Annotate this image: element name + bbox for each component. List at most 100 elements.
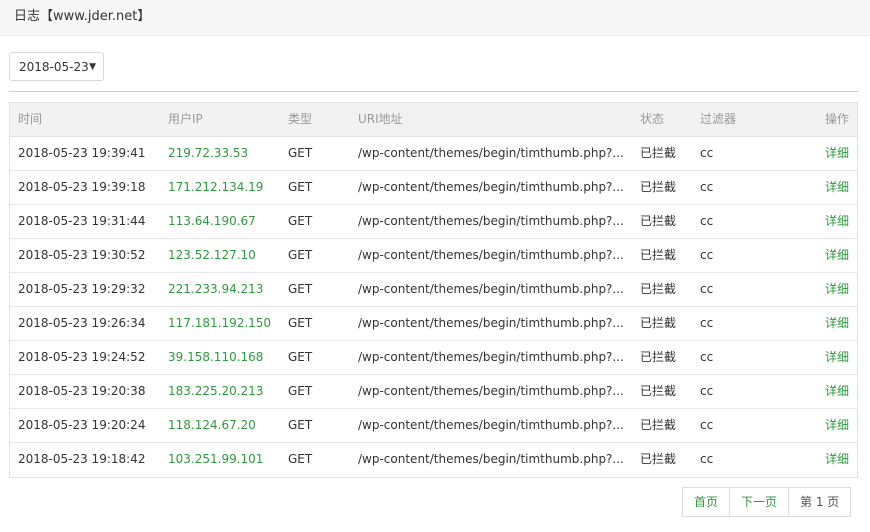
cell-type: GET <box>288 282 313 296</box>
detail-link[interactable]: 详细 <box>789 239 849 272</box>
table-row: 2018-05-23 19:30:52 123.52.127.10 GET/wp-c… <box>10 239 857 273</box>
first-page-button[interactable]: 首页 <box>683 488 731 516</box>
cell-status: 已拦截 <box>640 316 677 330</box>
cell-filter: cc <box>700 418 714 432</box>
next-page-button[interactable]: 下一页 <box>730 488 790 516</box>
cell-ip: 117.181.192.150 <box>168 316 272 330</box>
cell-uri: /wp-content/themes/begin/timthumb.php?..… <box>358 180 624 194</box>
cell-status: 已拦截 <box>640 248 677 262</box>
cell-uri: /wp-content/themes/begin/timthumb.php?..… <box>358 350 624 364</box>
cell-ip: 39.158.110.168 <box>168 350 264 364</box>
cell-ip: 221.233.94.213 <box>168 282 264 296</box>
cell-uri: /wp-content/themes/begin/timthumb.php?..… <box>358 248 624 262</box>
column-header-uri: URI地址 <box>358 112 403 126</box>
cell-time: 2018-05-23 19:26:34 <box>18 316 146 330</box>
table-row: 2018-05-23 19:31:44 113.64.190.67 GET/wp-c… <box>10 205 857 239</box>
cell-filter: cc <box>700 180 714 194</box>
table-row: 2018-05-23 19:24:52 39.158.110.168 GET/wp-… <box>10 341 857 375</box>
cell-type: GET <box>288 146 313 160</box>
detail-link[interactable]: 详细 <box>789 341 849 374</box>
cell-status: 已拦截 <box>640 180 677 194</box>
cell-status: 已拦截 <box>640 350 677 364</box>
cell-time: 2018-05-23 19:24:52 <box>18 350 146 364</box>
cell-ip: 123.52.127.10 <box>168 248 256 262</box>
cell-time: 2018-05-23 19:39:18 <box>18 180 146 194</box>
table-row: 2018-05-23 19:20:24 118.124.67.20 GET/wp-c… <box>10 409 857 443</box>
cell-filter: cc <box>700 316 714 330</box>
column-header-status: 状态 <box>640 112 665 126</box>
top-bar: 日志【www.jder.net】 <box>0 0 870 36</box>
cell-time: 2018-05-23 19:39:41 <box>18 146 146 160</box>
cell-filter: cc <box>700 146 714 160</box>
column-header-ip: 用户IP <box>168 112 203 126</box>
cell-filter: cc <box>700 282 714 296</box>
cell-type: GET <box>288 180 313 194</box>
cell-ip: 113.64.190.67 <box>168 214 256 228</box>
cell-time: 2018-05-23 19:30:52 <box>18 248 146 262</box>
date-select[interactable]: 2018-05-23 ▼ <box>9 52 104 81</box>
column-header-op: 操作 <box>824 112 849 126</box>
cell-status: 已拦截 <box>640 282 677 296</box>
detail-link[interactable]: 详细 <box>789 273 849 306</box>
cell-time: 2018-05-23 19:20:24 <box>18 418 146 432</box>
detail-link[interactable]: 详细 <box>789 205 849 238</box>
divider <box>9 91 858 92</box>
cell-filter: cc <box>700 452 714 466</box>
cell-type: GET <box>288 248 313 262</box>
cell-ip: 183.225.20.213 <box>168 384 264 398</box>
page-title: 日志【www.jder.net】 <box>14 9 151 24</box>
cell-time: 2018-05-23 19:20:38 <box>18 384 146 398</box>
chevron-down-icon: ▼ <box>89 62 96 72</box>
cell-filter: cc <box>700 384 714 398</box>
cell-type: GET <box>288 384 313 398</box>
cell-uri: /wp-content/themes/begin/timthumb.php?..… <box>358 452 624 466</box>
table-row: 2018-05-23 19:39:41 219.72.33.53 GET/wp-co… <box>10 137 857 171</box>
table-row: 2018-05-23 19:26:34 117.181.192.150 GET/wp… <box>10 307 857 341</box>
cell-status: 已拦截 <box>640 418 677 432</box>
log-table: 时间 用户IP 类型 URI地址 状态 过滤器 操作 2018-05-23 19… <box>9 102 858 478</box>
pagination: 首页 下一页 第 1 页 <box>682 487 852 517</box>
cell-filter: cc <box>700 248 714 262</box>
table-header: 时间 用户IP 类型 URI地址 状态 过滤器 操作 <box>10 103 857 137</box>
date-select-value: 2018-05-23 <box>19 60 89 74</box>
detail-link[interactable]: 详细 <box>789 171 849 204</box>
cell-status: 已拦截 <box>640 146 677 160</box>
cell-time: 2018-05-23 19:18:42 <box>18 452 146 466</box>
cell-uri: /wp-content/themes/begin/timthumb.php?..… <box>358 418 624 432</box>
detail-link[interactable]: 详细 <box>789 307 849 340</box>
cell-time: 2018-05-23 19:29:32 <box>18 282 146 296</box>
cell-status: 已拦截 <box>640 384 677 398</box>
table-row: 2018-05-23 19:29:32 221.233.94.213 GET/wp-… <box>10 273 857 307</box>
cell-ip: 219.72.33.53 <box>168 146 249 160</box>
column-header-type: 类型 <box>288 112 313 126</box>
cell-type: GET <box>288 316 313 330</box>
detail-link[interactable]: 详细 <box>789 409 849 442</box>
table-row: 2018-05-23 19:39:18 171.212.134.19 GET/wp-… <box>10 171 857 205</box>
page-info: 第 1 页 <box>800 495 840 509</box>
column-header-filter: 过滤器 <box>700 112 737 126</box>
cell-type: GET <box>288 214 313 228</box>
cell-status: 已拦截 <box>640 452 677 466</box>
detail-link[interactable]: 详细 <box>789 443 849 476</box>
cell-ip: 118.124.67.20 <box>168 418 256 432</box>
column-header-time: 时间 <box>18 112 43 126</box>
cell-uri: /wp-content/themes/begin/timthumb.php?..… <box>358 214 624 228</box>
table-body: 2018-05-23 19:39:41 219.72.33.53 GET/wp-co… <box>10 137 857 477</box>
detail-link[interactable]: 详细 <box>789 137 849 170</box>
cell-type: GET <box>288 452 313 466</box>
cell-status: 已拦截 <box>640 214 677 228</box>
cell-time: 2018-05-23 19:31:44 <box>18 214 146 228</box>
cell-uri: /wp-content/themes/begin/timthumb.php?..… <box>358 146 624 160</box>
cell-filter: cc <box>700 350 714 364</box>
cell-uri: /wp-content/themes/begin/timthumb.php?..… <box>358 316 624 330</box>
table-row: 2018-05-23 19:18:42 103.251.99.101 GET/wp-… <box>10 443 857 477</box>
cell-type: GET <box>288 418 313 432</box>
cell-type: GET <box>288 350 313 364</box>
table-row: 2018-05-23 19:20:38 183.225.20.213 GET/wp-… <box>10 375 857 409</box>
cell-uri: /wp-content/themes/begin/timthumb.php?..… <box>358 282 624 296</box>
cell-filter: cc <box>700 214 714 228</box>
cell-uri: /wp-content/themes/begin/timthumb.php?..… <box>358 384 624 398</box>
cell-ip: 171.212.134.19 <box>168 180 264 194</box>
detail-link[interactable]: 详细 <box>789 375 849 408</box>
cell-ip: 103.251.99.101 <box>168 452 264 466</box>
